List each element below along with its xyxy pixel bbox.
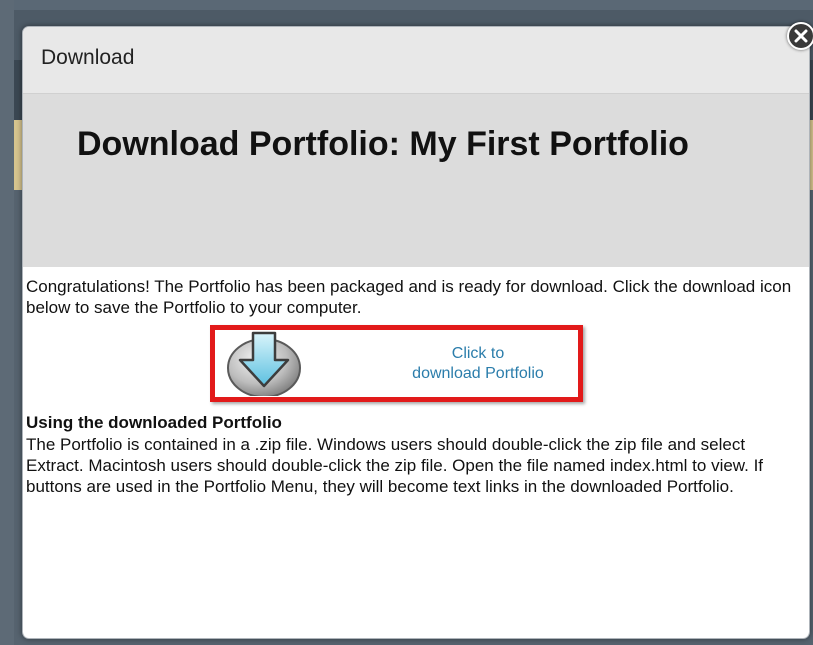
- intro-text: Congratulations! The Portfolio has been …: [26, 277, 792, 317]
- dialog-titlebar: Download: [23, 27, 809, 94]
- download-dialog: Download Download Portfolio: My First Po…: [22, 26, 810, 639]
- download-arrow-icon[interactable]: [224, 330, 304, 396]
- close-icon[interactable]: [794, 29, 808, 43]
- close-button[interactable]: [787, 22, 813, 50]
- background-top: [0, 0, 813, 10]
- download-label-line1[interactable]: Click to: [378, 344, 578, 364]
- dialog-title: Download: [41, 46, 135, 69]
- heading-panel: Download Portfolio: My First Portfolio: [23, 94, 809, 267]
- download-label-line2[interactable]: download Portfolio: [378, 364, 578, 384]
- download-label[interactable]: Click to download Portfolio: [378, 344, 578, 384]
- download-portfolio-button[interactable]: Click to download Portfolio: [210, 325, 583, 402]
- section-body-text: The Portfolio is contained in a .zip fil…: [26, 435, 764, 496]
- background-left-strip: [0, 0, 14, 645]
- section-heading: Using the downloaded Portfolio: [26, 413, 282, 432]
- page-heading: Download Portfolio: My First Portfolio: [77, 125, 689, 163]
